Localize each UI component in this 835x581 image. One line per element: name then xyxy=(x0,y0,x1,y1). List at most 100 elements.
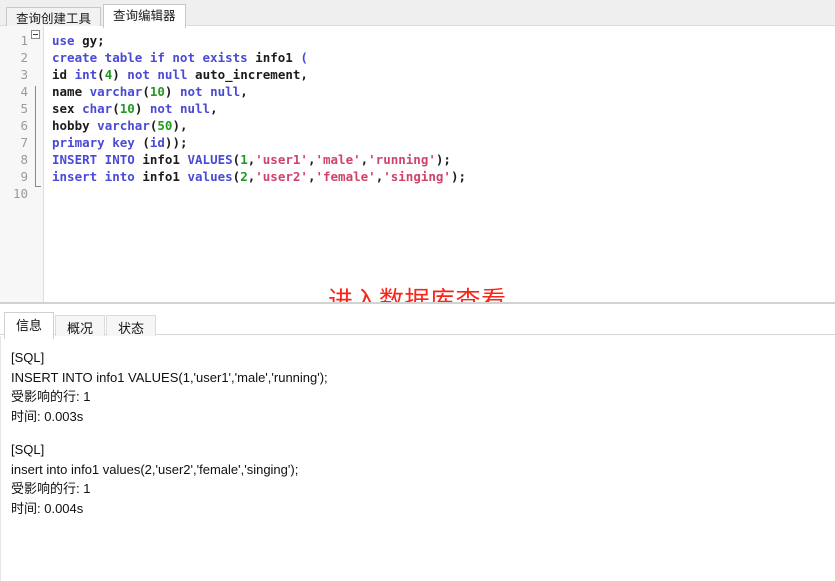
line-number: 8 xyxy=(20,152,28,167)
token-pun xyxy=(75,33,83,48)
token-kw: use xyxy=(52,33,75,48)
token-kw: not null xyxy=(127,67,188,82)
code-line[interactable]: 8 INSERT INTO info1 VALUES(1,'user1','mal… xyxy=(0,151,835,168)
token-num: 10 xyxy=(119,101,135,116)
line-number: 1 xyxy=(20,33,28,48)
token-kw: int xyxy=(74,67,98,82)
sql-editor-area[interactable]: 1 use gy; 2 create table if not exists info… xyxy=(0,26,835,302)
code-line[interactable]: 3 id int(4) not null auto_increment, xyxy=(0,66,835,83)
token-kw: create table if not exists xyxy=(52,50,256,65)
token-str: 'male' xyxy=(315,152,361,167)
token-pun: , xyxy=(179,118,188,133)
log-block: [SQL] INSERT INTO info1 VALUES(1,'user1',… xyxy=(11,348,835,426)
token-id: gy xyxy=(82,33,98,48)
code-line[interactable]: 4 name varchar(10) not null, xyxy=(0,83,835,100)
token-id: info1 xyxy=(255,50,293,65)
token-pun xyxy=(180,169,188,184)
line-text: create table if not exists info1 ( xyxy=(52,49,308,66)
bottom-tabs: 信息 概况 状态 xyxy=(0,305,835,340)
token-id: name xyxy=(52,84,83,99)
token-pun: , xyxy=(210,101,218,116)
token-pun xyxy=(67,67,75,82)
token-str: 'female' xyxy=(315,169,376,184)
line-number: 6 xyxy=(20,118,28,133)
line-number: 5 xyxy=(20,101,28,116)
token-pun: ; xyxy=(97,33,105,48)
token-pun: ) xyxy=(112,67,120,82)
bottom-tabstrip: 信息 概况 状态 xyxy=(0,305,835,340)
code-line[interactable]: 9 insert into info1 values(2,'user2','fem… xyxy=(0,168,835,185)
token-kw: not null xyxy=(149,101,211,116)
token-pun xyxy=(75,101,83,116)
line-text: use gy; xyxy=(52,32,105,49)
log-affected: 受影响的行: 1 xyxy=(11,481,91,496)
code-line[interactable]: 5 sex char(10) not null, xyxy=(0,100,835,117)
token-kw: values xyxy=(187,169,233,184)
token-pun xyxy=(180,152,188,167)
log-header: [SQL] xyxy=(11,442,45,457)
line-number: 2 xyxy=(20,50,28,65)
log-header: [SQL] xyxy=(11,350,45,365)
token-pun: ) xyxy=(172,118,180,133)
token-kw: INSERT INTO xyxy=(52,152,135,167)
token-kw: insert into xyxy=(52,169,135,184)
token-kw: varchar xyxy=(89,84,143,99)
token-num: 10 xyxy=(149,84,165,99)
token-pun xyxy=(188,67,196,82)
line-text: hobby varchar(50), xyxy=(52,117,188,134)
line-number: 3 xyxy=(20,67,28,82)
code-line[interactable]: 2 create table if not exists info1 ( xyxy=(0,49,835,66)
token-kw: primary key xyxy=(52,135,135,150)
token-pun: ); xyxy=(450,169,467,184)
token-kw: VALUES xyxy=(187,152,233,167)
top-tab-1[interactable]: 查询编辑器 xyxy=(103,4,186,28)
bottom-tab-0[interactable]: 信息 xyxy=(4,312,55,339)
log-time: 时间: 0.004s xyxy=(11,500,84,516)
result-log-panel: [SQL] INSERT INTO info1 VALUES(1,'user1',… xyxy=(0,336,835,581)
line-number: 10 xyxy=(12,186,28,201)
token-num: 50 xyxy=(157,118,173,133)
token-kw: not null xyxy=(179,84,241,99)
line-text: insert into info1 values(2,'user2','fema… xyxy=(52,168,466,185)
code-lines[interactable]: 1 use gy; 2 create table if not exists info… xyxy=(0,32,835,202)
token-id: sex xyxy=(52,101,75,116)
token-num: 1 xyxy=(240,152,248,167)
line-text: sex char(10) not null, xyxy=(52,100,218,117)
line-text: name varchar(10) not null, xyxy=(52,83,248,100)
token-pun: , xyxy=(240,84,248,99)
red-annotation-text: 进入数据库查看 xyxy=(328,287,507,302)
log-statement: INSERT INTO info1 VALUES(1,'user1','male… xyxy=(11,369,328,385)
token-kw: id xyxy=(149,135,165,150)
token-pun: ); xyxy=(435,152,451,167)
token-id: auto_increment xyxy=(195,67,301,82)
token-kw: char xyxy=(82,101,113,116)
token-pun: ( xyxy=(142,84,150,99)
token-str: 'singing' xyxy=(383,169,451,184)
code-line[interactable]: 7 primary key (id)); xyxy=(0,134,835,151)
line-number: 9 xyxy=(20,169,28,184)
top-tabstrip: 查询创建工具 查询编辑器 xyxy=(0,0,835,29)
token-pun: )); xyxy=(164,135,188,150)
code-line[interactable]: 10 xyxy=(0,185,835,202)
log-affected: 受影响的行: 1 xyxy=(11,389,91,404)
token-num: 2 xyxy=(240,169,248,184)
line-number: 4 xyxy=(20,84,28,99)
token-id: hobby xyxy=(52,118,90,133)
token-kw: ( xyxy=(300,50,308,65)
line-text: INSERT INTO info1 VALUES(1,'user1','male… xyxy=(52,151,451,168)
token-pun xyxy=(172,84,180,99)
line-text: id int(4) not null auto_increment, xyxy=(52,66,308,83)
line-number: 7 xyxy=(20,135,28,150)
top-tabs: 查询创建工具 查询编辑器 xyxy=(0,0,835,29)
token-str: 'running' xyxy=(368,152,436,167)
log-statement: insert into info1 values(2,'user2','fema… xyxy=(11,461,299,477)
token-id: info1 xyxy=(142,169,180,184)
token-pun: , xyxy=(300,67,308,82)
token-id: info1 xyxy=(142,152,180,167)
sql-editor-window: 查询创建工具 查询编辑器 1 use gy; 2 create table if not… xyxy=(0,0,835,581)
token-id: id xyxy=(52,67,68,82)
panel-splitter[interactable] xyxy=(0,302,835,304)
token-pun: ( xyxy=(112,101,120,116)
code-line[interactable]: 6 hobby varchar(50), xyxy=(0,117,835,134)
code-line[interactable]: 1 use gy; xyxy=(0,32,835,49)
